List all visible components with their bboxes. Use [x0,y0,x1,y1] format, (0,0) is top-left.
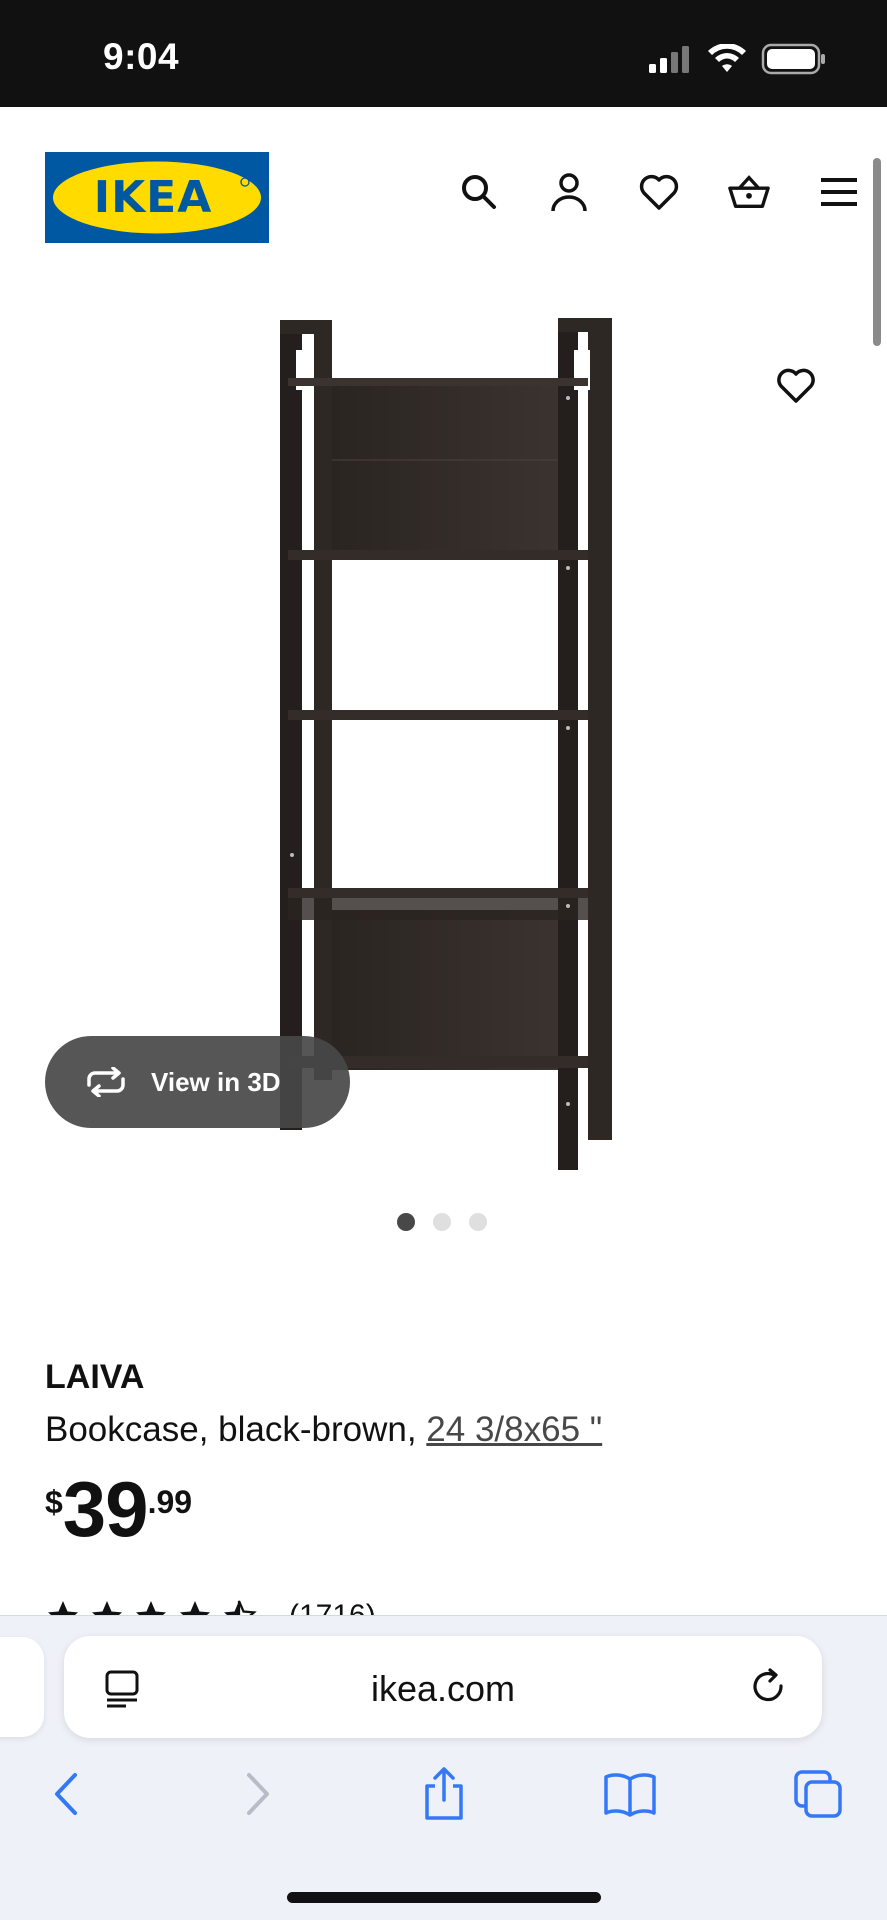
forward-icon[interactable] [228,1764,288,1824]
price-currency: $ [45,1484,63,1520]
header-icons [457,170,861,214]
browser-toolbar [0,1764,887,1854]
gallery-dot-3[interactable] [469,1213,487,1231]
gallery-dot-2[interactable] [433,1213,451,1231]
reload-icon[interactable] [748,1666,790,1708]
tabs-icon[interactable] [788,1764,848,1824]
back-icon[interactable] [36,1764,96,1824]
share-icon[interactable] [414,1764,474,1824]
url-text: ikea.com [370,1668,516,1709]
add-to-favorites-button[interactable] [772,362,820,410]
favorites-icon[interactable] [637,170,681,214]
search-icon[interactable] [457,170,501,214]
product-description-text: Bookcase, black-brown, [45,1410,427,1449]
product-description: Bookcase, black-brown, 24 3/8x65 " [45,1410,602,1450]
cellular-signal-icon [649,46,689,73]
product-size-link[interactable]: 24 3/8x65 " [426,1410,602,1449]
browser-bottom-bar: ikea.com [0,1615,887,1920]
gallery-pagination [397,1213,487,1231]
wifi-icon [708,44,746,72]
status-icons [647,42,827,76]
price-integer: 39 [62,1465,149,1553]
home-indicator[interactable] [287,1892,601,1903]
status-bar: 9:04 [0,0,887,107]
price-decimal: .99 [147,1484,193,1520]
basket-icon[interactable] [727,170,771,214]
account-icon[interactable] [547,170,591,214]
page-scrollbar[interactable] [873,158,881,346]
view-in-3d-button[interactable]: View in 3D [45,1036,350,1128]
previous-tab-preview[interactable] [0,1637,44,1737]
view-in-3d-label: View in 3D [151,1066,281,1097]
address-bar[interactable]: ikea.com [64,1636,822,1738]
product-price: $ 39 .99 [45,1470,192,1548]
battery-icon [761,43,825,75]
menu-icon[interactable] [817,170,861,214]
ikea-logo[interactable]: IKEA [45,152,269,243]
rotate-3d-icon [87,1067,125,1097]
bookmarks-icon[interactable] [600,1764,660,1824]
ikea-logo-text: IKEA [94,172,213,223]
heart-outline-icon [777,368,815,403]
product-name: LAIVA [45,1358,145,1396]
gallery-dot-1[interactable] [397,1213,415,1231]
status-time: 9:04 [103,36,180,77]
